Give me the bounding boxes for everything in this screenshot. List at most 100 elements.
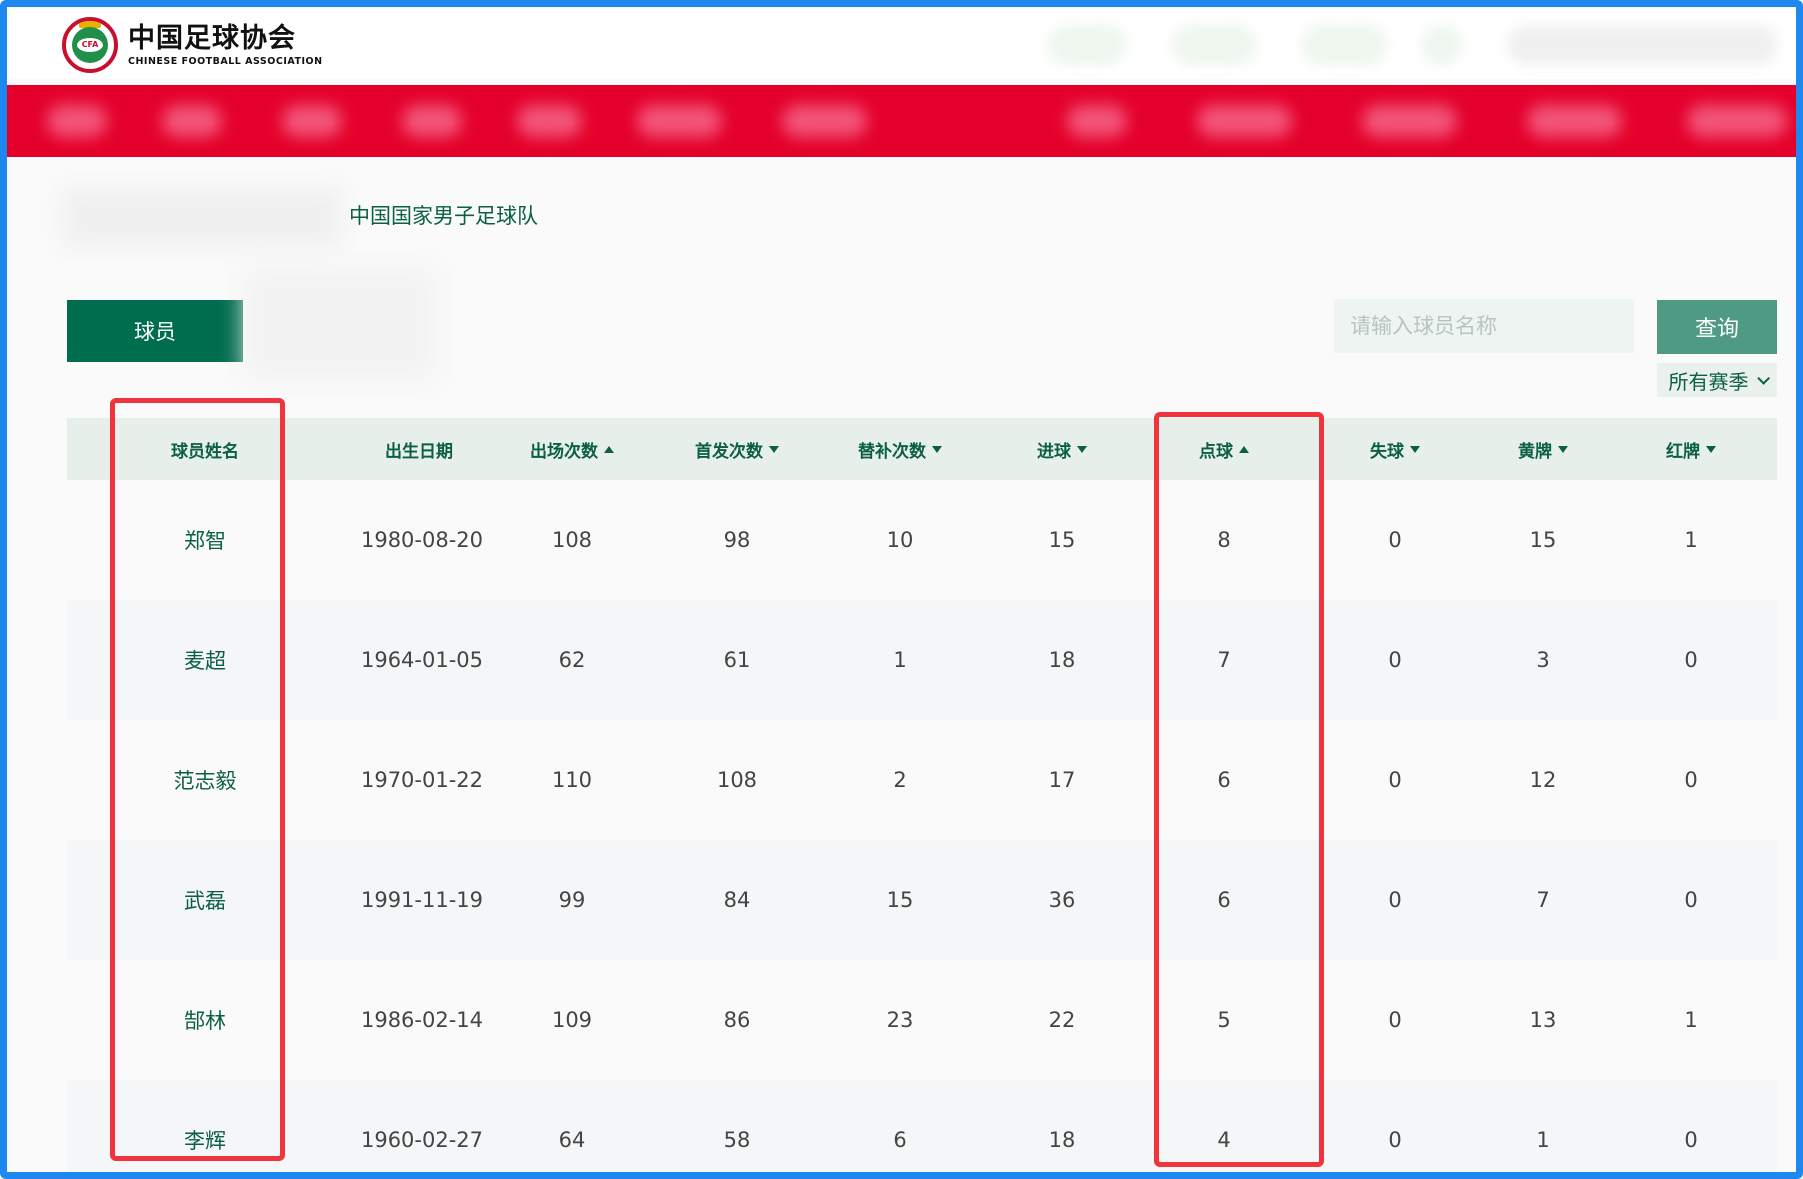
- season-select-label: 所有赛季: [1668, 369, 1749, 394]
- header-search-blurred[interactable]: [1507, 25, 1777, 65]
- cell-goals: 22: [1048, 1008, 1076, 1032]
- logo-title-cn: 中国足球协会: [128, 22, 296, 54]
- sort-desc-icon[interactable]: [932, 445, 942, 453]
- nav-item-blurred[interactable]: [782, 105, 867, 137]
- cell-goals: 15: [1048, 528, 1076, 552]
- nav-item-blurred[interactable]: [1067, 105, 1127, 137]
- cell-conceded: 0: [1388, 648, 1402, 672]
- cell-yellow: 1: [1536, 1128, 1550, 1152]
- cell-red: 1: [1684, 528, 1698, 552]
- cell-red: 0: [1684, 1128, 1698, 1152]
- cell-subs: 1: [893, 648, 907, 672]
- cell-birth: 1970-01-22: [360, 768, 484, 792]
- cell-birth: 1960-02-27: [360, 1128, 484, 1152]
- column-header-label: 失球: [1370, 441, 1404, 462]
- annotation-box-name-column: [110, 398, 285, 1161]
- column-header-label: 红牌: [1666, 441, 1700, 462]
- cell-birth: 1991-11-19: [360, 888, 484, 912]
- sort-desc-icon[interactable]: [1558, 445, 1568, 453]
- nav-item-blurred[interactable]: [1687, 105, 1787, 137]
- table-row: 武磊 1991-11-19 99 84 15 36 6 0 7 0: [67, 840, 1777, 960]
- cell-subs: 10: [886, 528, 914, 552]
- table-row: 郑智 1980-08-20 108 98 10 15 8 0 15 1: [67, 480, 1777, 600]
- main-nav: [7, 85, 1796, 157]
- cell-birth: 1964-01-05: [360, 648, 484, 672]
- season-select[interactable]: 所有赛季: [1657, 363, 1777, 397]
- nav-item-blurred[interactable]: [517, 105, 582, 137]
- cell-conceded: 0: [1388, 1128, 1402, 1152]
- cell-yellow: 12: [1529, 768, 1557, 792]
- column-header-goals[interactable]: 进球: [992, 418, 1132, 480]
- cfa-badge-icon: CFA: [62, 17, 118, 73]
- header-link-blurred[interactable]: [1172, 25, 1257, 65]
- sort-asc-icon[interactable]: [604, 445, 614, 453]
- cell-conceded: 0: [1388, 768, 1402, 792]
- column-header-red[interactable]: 红牌: [1621, 418, 1761, 480]
- cell-yellow: 13: [1529, 1008, 1557, 1032]
- column-header-subs[interactable]: 替补次数: [825, 418, 975, 480]
- cell-red: 0: [1684, 888, 1698, 912]
- cell-goals: 17: [1048, 768, 1076, 792]
- cell-subs: 2: [893, 768, 907, 792]
- tab-players[interactable]: 球员: [67, 300, 243, 362]
- nav-item-blurred[interactable]: [402, 105, 462, 137]
- logo-title-en: CHINESE FOOTBALL ASSOCIATION: [128, 55, 323, 67]
- nav-item-blurred[interactable]: [1362, 105, 1457, 137]
- table-row: 郜林 1986-02-14 109 86 23 22 5 0 13 1: [67, 960, 1777, 1080]
- cell-red: 0: [1684, 768, 1698, 792]
- cell-conceded: 0: [1388, 888, 1402, 912]
- column-header-label: 进球: [1037, 441, 1071, 462]
- sort-desc-icon[interactable]: [1410, 445, 1420, 453]
- cfa-logo[interactable]: CFA 中国足球协会 CHINESE FOOTBALL ASSOCIATION: [62, 17, 323, 73]
- nav-item-blurred[interactable]: [282, 105, 342, 137]
- nav-item-blurred[interactable]: [47, 105, 107, 137]
- player-search-input[interactable]: [1334, 299, 1634, 353]
- chevron-down-icon: [1756, 371, 1770, 385]
- column-header-birth[interactable]: 出生日期: [339, 418, 499, 480]
- nav-item-blurred[interactable]: [1197, 105, 1292, 137]
- column-header-yellow[interactable]: 黄牌: [1473, 418, 1613, 480]
- column-header-label: 黄牌: [1518, 441, 1552, 462]
- header-link-blurred[interactable]: [1047, 25, 1127, 65]
- cell-goals: 18: [1048, 648, 1076, 672]
- sort-desc-icon[interactable]: [769, 445, 779, 453]
- nav-item-blurred[interactable]: [637, 105, 722, 137]
- cell-goals: 36: [1048, 888, 1076, 912]
- tab-blurred[interactable]: [245, 269, 435, 379]
- table-body: 郑智 1980-08-20 108 98 10 15 8 0 15 1 麦超 1964-01-05 62…: [67, 480, 1777, 1172]
- column-header-label: 首发次数: [695, 441, 763, 462]
- column-header-label: 出生日期: [385, 441, 453, 462]
- search-button[interactable]: 查询: [1657, 300, 1777, 354]
- cell-subs: 23: [886, 1008, 914, 1032]
- cell-apps: 64: [558, 1128, 586, 1152]
- cell-red: 0: [1684, 648, 1698, 672]
- cell-yellow: 7: [1536, 888, 1550, 912]
- cell-apps: 108: [551, 528, 593, 552]
- header-link-blurred[interactable]: [1302, 25, 1387, 65]
- breadcrumb-current: 中国国家男子足球队: [349, 204, 538, 228]
- cell-apps: 110: [551, 768, 593, 792]
- sort-desc-icon[interactable]: [1706, 445, 1716, 453]
- column-header-conceded[interactable]: 失球: [1325, 418, 1465, 480]
- cell-conceded: 0: [1388, 528, 1402, 552]
- sort-desc-icon[interactable]: [1077, 445, 1087, 453]
- cell-apps: 109: [551, 1008, 593, 1032]
- breadcrumb-blurred[interactable]: [62, 187, 342, 247]
- column-header-starts[interactable]: 首发次数: [662, 418, 812, 480]
- cell-birth: 1980-08-20: [360, 528, 484, 552]
- column-header-apps[interactable]: 出场次数: [497, 418, 647, 480]
- nav-item-blurred[interactable]: [162, 105, 222, 137]
- header-link-blurred[interactable]: [1422, 25, 1462, 65]
- table-row: 范志毅 1970-01-22 110 108 2 17 6 0 12 0: [67, 720, 1777, 840]
- cell-red: 1: [1684, 1008, 1698, 1032]
- cell-starts: 108: [716, 768, 758, 792]
- cell-subs: 6: [893, 1128, 907, 1152]
- column-header-label: 替补次数: [858, 441, 926, 462]
- screenshot-frame: CFA 中国足球协会 CHINESE FOOTBALL ASSOCIATION …: [0, 0, 1803, 1179]
- table-header: 球员姓名 出生日期 出场次数 首发次数 替补次数 进球 点球 失球 黄牌 红牌: [67, 418, 1777, 480]
- cell-conceded: 0: [1388, 1008, 1402, 1032]
- cell-apps: 62: [558, 648, 586, 672]
- nav-item-blurred[interactable]: [1527, 105, 1622, 137]
- cell-starts: 61: [723, 648, 751, 672]
- table-row: 麦超 1964-01-05 62 61 1 18 7 0 3 0: [67, 600, 1777, 720]
